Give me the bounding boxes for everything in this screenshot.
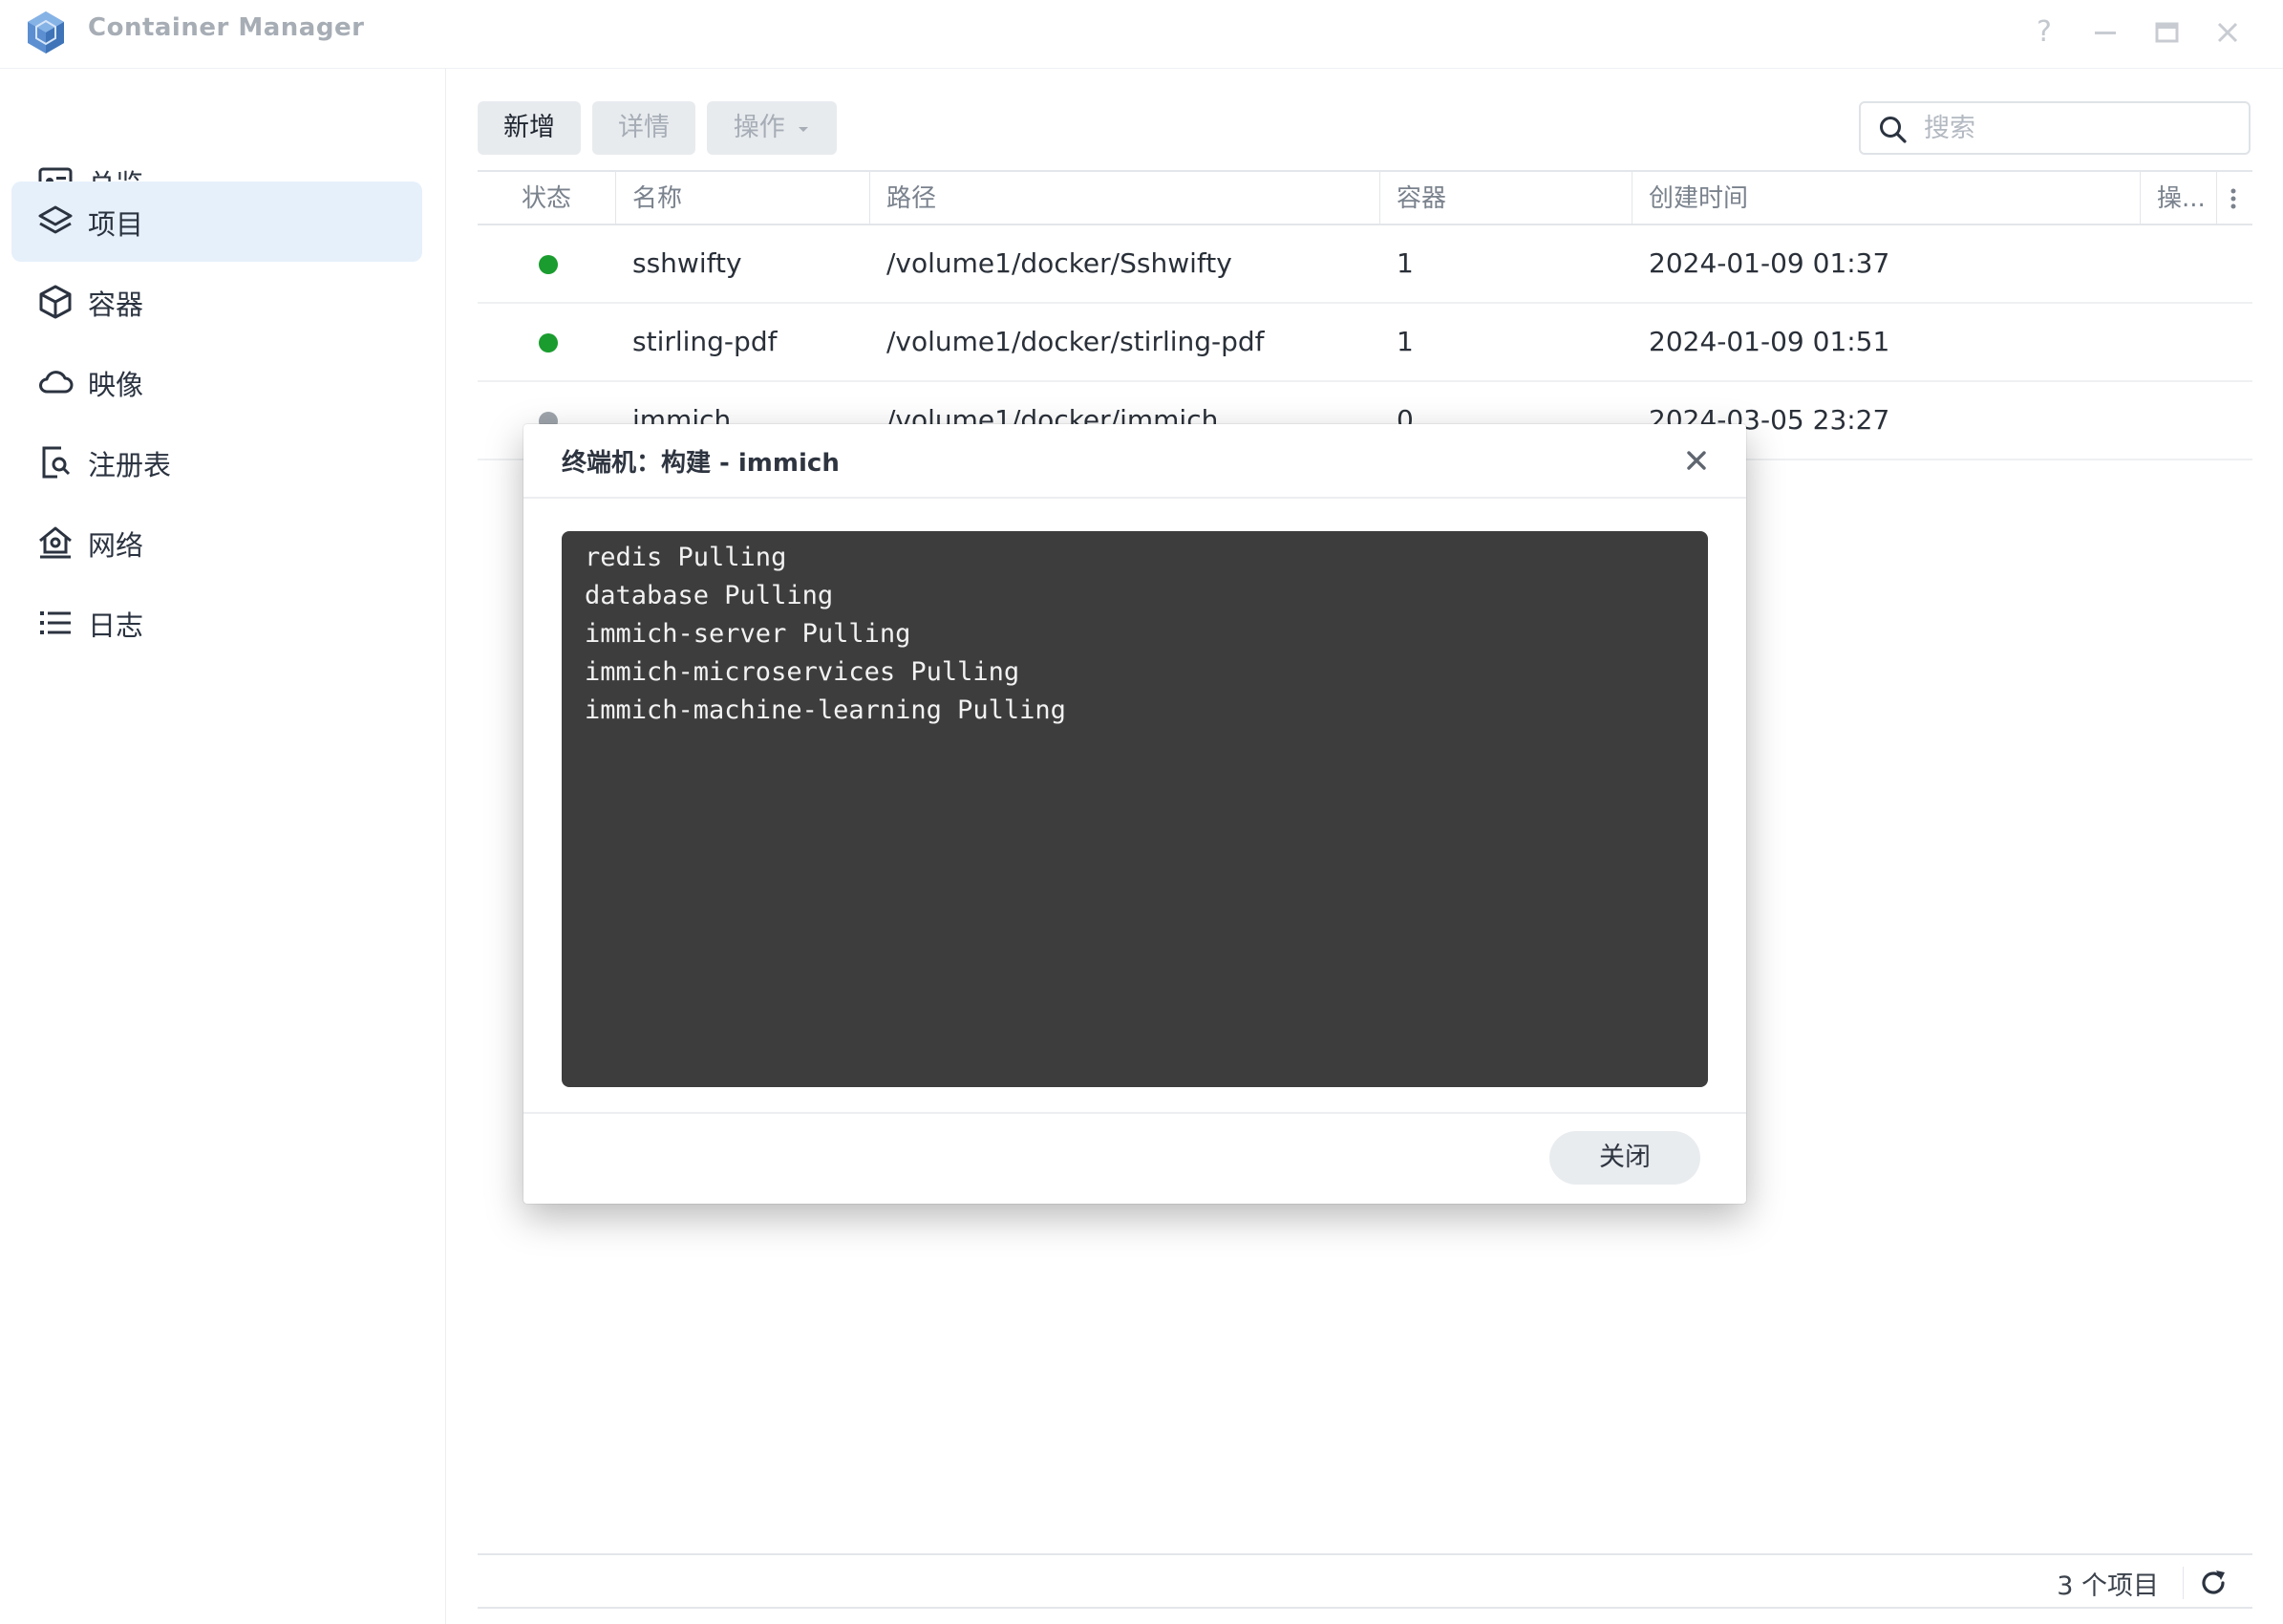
sidebar-item-label: 容器 [88, 288, 144, 321]
column-header-status[interactable]: 状态 [522, 172, 571, 225]
table-header: 状态 名称 路径 容器 创建时间 操... [478, 170, 2252, 225]
dialog-footer: 关闭 [523, 1112, 1746, 1204]
table-footer: 3 个项目 [478, 1553, 2252, 1609]
created-time: 2024-01-09 01:51 [1649, 326, 1890, 357]
sidebar-item-label: 网络 [88, 529, 144, 562]
minimize-icon[interactable] [2086, 13, 2124, 52]
help-icon[interactable]: ? [2025, 13, 2063, 52]
cube-icon [39, 285, 72, 319]
column-header-actions[interactable]: 操... [2157, 172, 2206, 225]
project-path: /volume1/docker/stirling-pdf [886, 326, 1265, 357]
container-manager-window: Container Manager ? 总览 项目 [0, 0, 2283, 1624]
sidebar-item-images[interactable]: 映像 [11, 342, 422, 422]
sidebar-item-label: 项目 [88, 208, 144, 241]
app-title: Container Manager [88, 13, 365, 42]
sidebar-item-label: 映像 [88, 369, 144, 401]
created-time: 2024-01-09 01:37 [1649, 247, 1890, 279]
project-name: sshwifty [632, 247, 742, 279]
terminal-line: immich-machine-learning Pulling [585, 695, 1066, 725]
item-count: 3 个项目 [2057, 1571, 2159, 1601]
details-button[interactable]: 详情 [592, 101, 695, 155]
dialog-title: 终端机：构建 - immich [562, 449, 840, 478]
column-options-icon[interactable] [2226, 185, 2241, 212]
status-running-indicator [539, 333, 558, 353]
terminal-line: redis Pulling [585, 543, 787, 572]
sidebar-item-projects[interactable]: 项目 [11, 182, 422, 262]
container-count: 1 [1397, 326, 1414, 357]
sidebar-item-containers[interactable]: 容器 [11, 262, 422, 342]
container-count: 1 [1397, 247, 1414, 279]
container-manager-logo-icon [28, 11, 64, 53]
list-icon [40, 611, 71, 634]
column-header-containers[interactable]: 容器 [1397, 172, 1446, 225]
sidebar-item-label: 日志 [88, 609, 144, 642]
actions-label: 操作 [733, 113, 785, 142]
terminal-output: redis Pulling database Pulling immich-se… [562, 531, 1708, 1087]
column-header-created[interactable]: 创建时间 [1649, 172, 1748, 225]
search-box[interactable] [1859, 101, 2251, 155]
title-bar: Container Manager ? [0, 0, 2283, 69]
close-button[interactable]: 关闭 [1549, 1131, 1700, 1185]
sidebar-item-registry[interactable]: 注册表 [11, 422, 422, 502]
terminal-line: database Pulling [585, 581, 834, 610]
search-input[interactable] [1924, 109, 2230, 147]
close-icon[interactable] [1681, 445, 1712, 476]
terminal-build-dialog: 终端机：构建 - immich redis Pulling database P… [523, 424, 1746, 1204]
registry-search-icon [42, 446, 71, 479]
search-icon [1880, 117, 1907, 143]
terminal-line: immich-server Pulling [585, 619, 911, 649]
project-path: /volume1/docker/Sshwifty [886, 247, 1232, 279]
dialog-header: 终端机：构建 - immich [523, 424, 1746, 499]
new-project-button[interactable]: 新增 [478, 101, 581, 155]
layers-icon [38, 205, 73, 234]
sidebar-item-network[interactable]: 网络 [11, 502, 422, 583]
maximize-icon[interactable] [2147, 13, 2186, 52]
network-house-icon [39, 526, 72, 559]
column-header-name[interactable]: 名称 [632, 172, 682, 225]
project-name: stirling-pdf [632, 326, 778, 357]
close-window-icon[interactable] [2208, 13, 2247, 52]
status-running-indicator [539, 255, 558, 274]
column-header-path[interactable]: 路径 [886, 172, 936, 225]
cloud-icon [39, 371, 74, 394]
terminal-line: immich-microservices Pulling [585, 657, 1020, 687]
refresh-icon[interactable] [2197, 1567, 2230, 1599]
table-row[interactable]: stirling-pdf /volume1/docker/stirling-pd… [478, 304, 2252, 382]
table-row[interactable]: sshwifty /volume1/docker/Sshwifty 1 2024… [478, 225, 2252, 304]
caret-down-icon [799, 126, 809, 132]
sidebar: 总览 项目 容器 映像 [0, 69, 446, 1624]
sidebar-item-logs[interactable]: 日志 [11, 583, 422, 663]
sidebar-item-label: 注册表 [88, 449, 172, 481]
actions-dropdown-button[interactable]: 操作 [707, 101, 837, 155]
